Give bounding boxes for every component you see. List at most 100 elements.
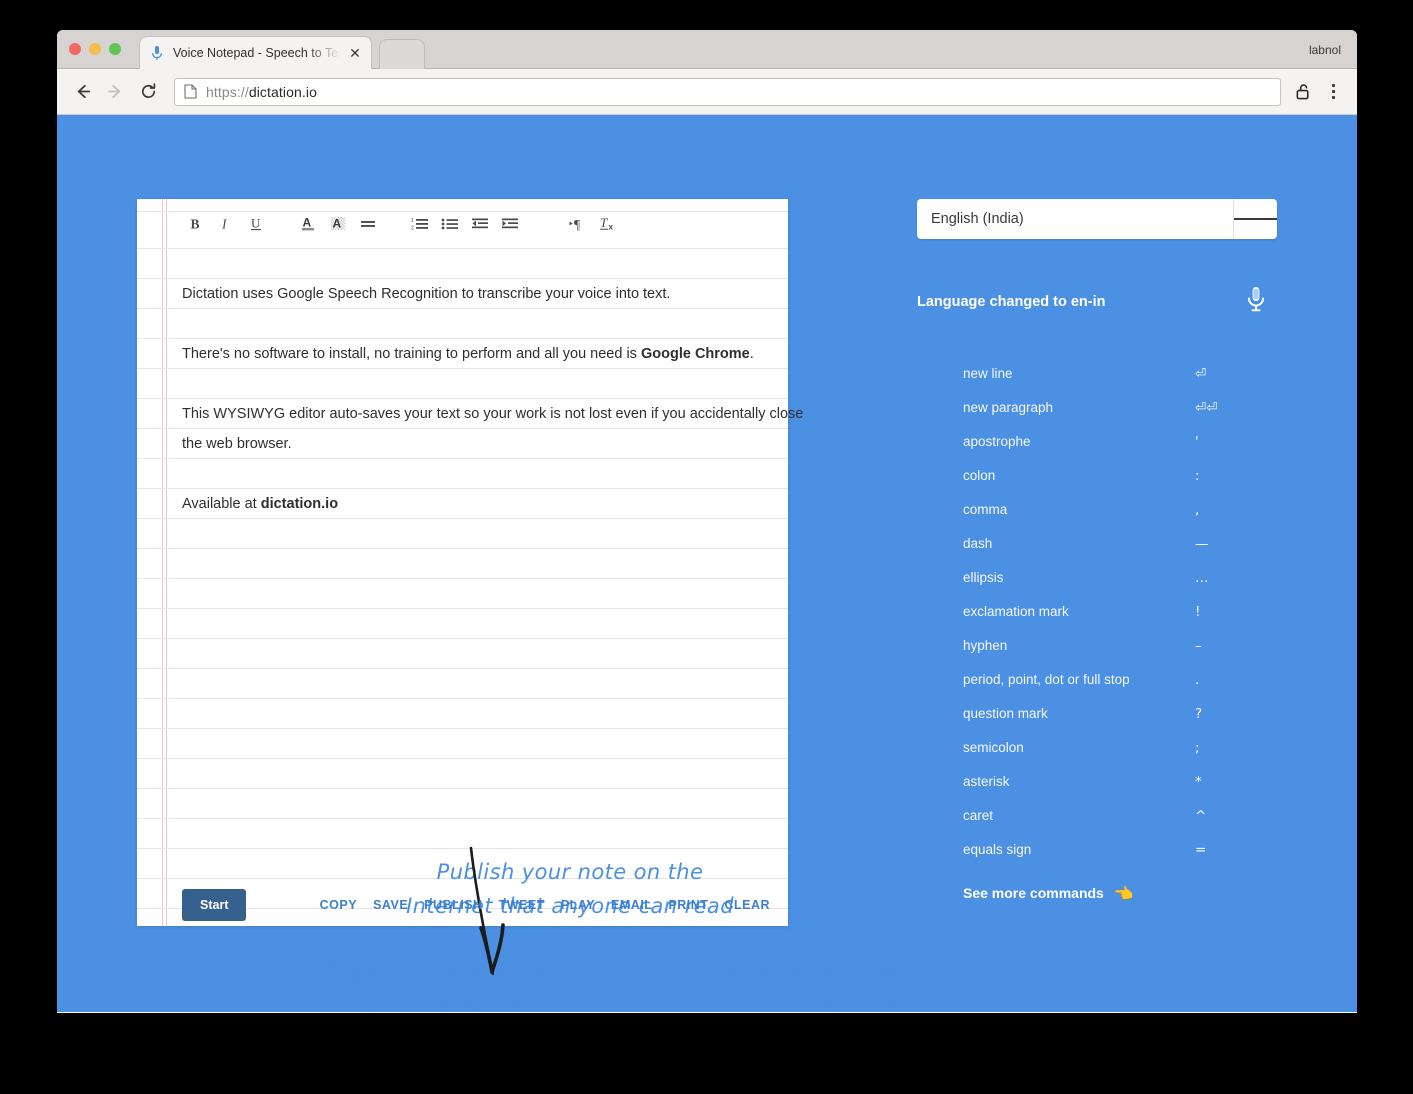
email-action[interactable]: EMAIL xyxy=(611,898,652,912)
copy-action[interactable]: COPY xyxy=(320,898,357,912)
command-name: period, point, dot or full stop xyxy=(963,672,1130,687)
highlight-color-button[interactable]: A xyxy=(324,210,352,238)
new-tab-icon[interactable] xyxy=(379,39,425,69)
command-symbol: – xyxy=(1195,638,1202,654)
browser-toolbar: https://dictation.io xyxy=(57,69,1357,115)
action-links: COPY SAVE PUBLISH TWEET PLAY EMAIL PRINT… xyxy=(320,898,770,912)
start-button[interactable]: Start xyxy=(182,889,247,921)
svg-text:A: A xyxy=(303,216,312,230)
microphone-icon[interactable] xyxy=(1245,285,1267,318)
forward-arrow-icon[interactable] xyxy=(100,77,130,107)
close-window-button[interactable] xyxy=(69,43,81,55)
play-action[interactable]: PLAY xyxy=(561,898,595,912)
publish-action[interactable]: PUBLISH xyxy=(424,898,482,912)
editor-actions: Start COPY SAVE PUBLISH TWEET PLAY EMAIL… xyxy=(168,884,788,926)
command-name: equals sign xyxy=(963,842,1032,857)
browser-tab[interactable]: Voice Notepad - Speech to Text ✕ xyxy=(139,36,372,69)
command-name: apostrophe xyxy=(963,434,1031,449)
command-name: comma xyxy=(963,502,1008,517)
underline-button[interactable]: U xyxy=(242,210,270,238)
command-symbol: * xyxy=(1195,774,1202,790)
address-bar[interactable]: https://dictation.io xyxy=(174,77,1281,106)
command-name: semicolon xyxy=(963,740,1024,755)
language-select-value: English (India) xyxy=(931,211,1024,227)
command-symbol: , xyxy=(1195,502,1200,518)
command-symbol: = xyxy=(1195,842,1207,858)
svg-text:x: x xyxy=(609,223,614,232)
window-controls xyxy=(69,43,121,55)
indent-button[interactable] xyxy=(496,210,524,238)
command-row: equals sign = xyxy=(963,842,1277,876)
remove-format-button[interactable]: T x xyxy=(594,210,622,238)
bullet-list-button[interactable] xyxy=(436,210,464,238)
text-color-button[interactable]: A xyxy=(294,210,322,238)
doc-line xyxy=(182,459,788,489)
tweet-action[interactable]: TWEET xyxy=(499,898,545,912)
reload-icon[interactable] xyxy=(133,77,163,107)
text-direction-button[interactable]: ¶ xyxy=(564,210,592,238)
back-arrow-icon[interactable] xyxy=(67,77,97,107)
command-name: question mark xyxy=(963,706,1048,721)
command-row: semicolon ; xyxy=(963,740,1277,774)
command-row: question mark ? xyxy=(963,706,1277,740)
svg-text:B: B xyxy=(191,216,200,231)
profile-name[interactable]: labnol xyxy=(1309,43,1341,57)
command-symbol: ⏎⏎ xyxy=(1195,400,1218,416)
unlocked-padlock-icon[interactable] xyxy=(1289,78,1317,106)
svg-text:1: 1 xyxy=(411,218,414,224)
status-badge: Language changed to en-in xyxy=(917,293,1106,310)
page-content: B I U A A 1 2 ¶ T x Dictation uses Googl… xyxy=(57,115,1357,1012)
language-select[interactable]: English (India) xyxy=(917,199,1277,239)
outdent-button[interactable] xyxy=(466,210,494,238)
command-symbol: … xyxy=(1195,570,1209,586)
command-row: new line ⏎ xyxy=(963,366,1277,400)
command-name: new paragraph xyxy=(963,400,1054,415)
pointing-hand-icon: 👈 xyxy=(1113,883,1134,903)
command-name: ellipsis xyxy=(963,570,1004,585)
command-name: colon xyxy=(963,468,996,483)
command-name: asterisk xyxy=(963,774,1010,789)
command-row: new paragraph ⏎⏎ xyxy=(963,400,1277,434)
doc-line xyxy=(182,369,788,399)
url-scheme: https:// xyxy=(206,83,249,100)
microphone-icon xyxy=(150,45,164,61)
command-row: asterisk * xyxy=(963,774,1277,808)
right-panel: English (India) Language changed to en-i… xyxy=(917,199,1277,910)
close-icon[interactable]: ✕ xyxy=(347,45,363,61)
print-action[interactable]: PRINT xyxy=(668,898,708,912)
bold-button[interactable]: B xyxy=(182,210,210,238)
doc-line: the web browser. xyxy=(182,436,292,452)
hamburger-icon[interactable] xyxy=(1233,199,1277,239)
editor-document[interactable]: Dictation uses Google Speech Recognition… xyxy=(168,249,803,519)
minimize-window-button[interactable] xyxy=(89,43,101,55)
align-button[interactable] xyxy=(354,210,382,238)
three-dot-menu-icon[interactable] xyxy=(1319,78,1347,106)
command-name: dash xyxy=(963,536,993,551)
address-bar-text: https://dictation.io xyxy=(206,84,317,100)
command-row: hyphen – xyxy=(963,638,1277,672)
clear-action[interactable]: CLEAR xyxy=(724,898,770,912)
command-symbol: : xyxy=(1195,468,1200,484)
italic-button[interactable]: I xyxy=(212,210,240,238)
command-symbol: ! xyxy=(1195,604,1201,620)
see-more-commands-link[interactable]: See more commands 👈 xyxy=(963,876,1277,910)
browser-window: Voice Notepad - Speech to Text ✕ labnol xyxy=(57,30,1357,1013)
save-action[interactable]: SAVE xyxy=(373,898,408,912)
notepad: B I U A A 1 2 ¶ T x Dictation uses Googl… xyxy=(137,199,923,1012)
numbered-list-button[interactable]: 1 2 xyxy=(406,210,434,238)
annotation-copy: Copy the transcribed text to clipboard xyxy=(322,961,552,1012)
command-row: caret ^ xyxy=(963,808,1277,842)
maximize-window-button[interactable] xyxy=(109,43,121,55)
command-symbol: ; xyxy=(1195,740,1200,756)
doc-line: There's no software to install, no train… xyxy=(182,346,754,362)
doc-line: Available at dictation.io xyxy=(182,496,339,512)
doc-line xyxy=(182,309,788,339)
command-row: comma , xyxy=(963,502,1277,536)
tab-strip: Voice Notepad - Speech to Text ✕ labnol xyxy=(57,30,1357,69)
status-row: Language changed to en-in xyxy=(917,285,1277,318)
command-row: period, point, dot or full stop . xyxy=(963,672,1277,706)
command-row: exclamation mark ! xyxy=(963,604,1277,638)
tab-title: Voice Notepad - Speech to Text xyxy=(173,46,345,60)
annotation-hear: Hear the note with text to speech xyxy=(720,961,924,1012)
command-name: new line xyxy=(963,366,1013,381)
